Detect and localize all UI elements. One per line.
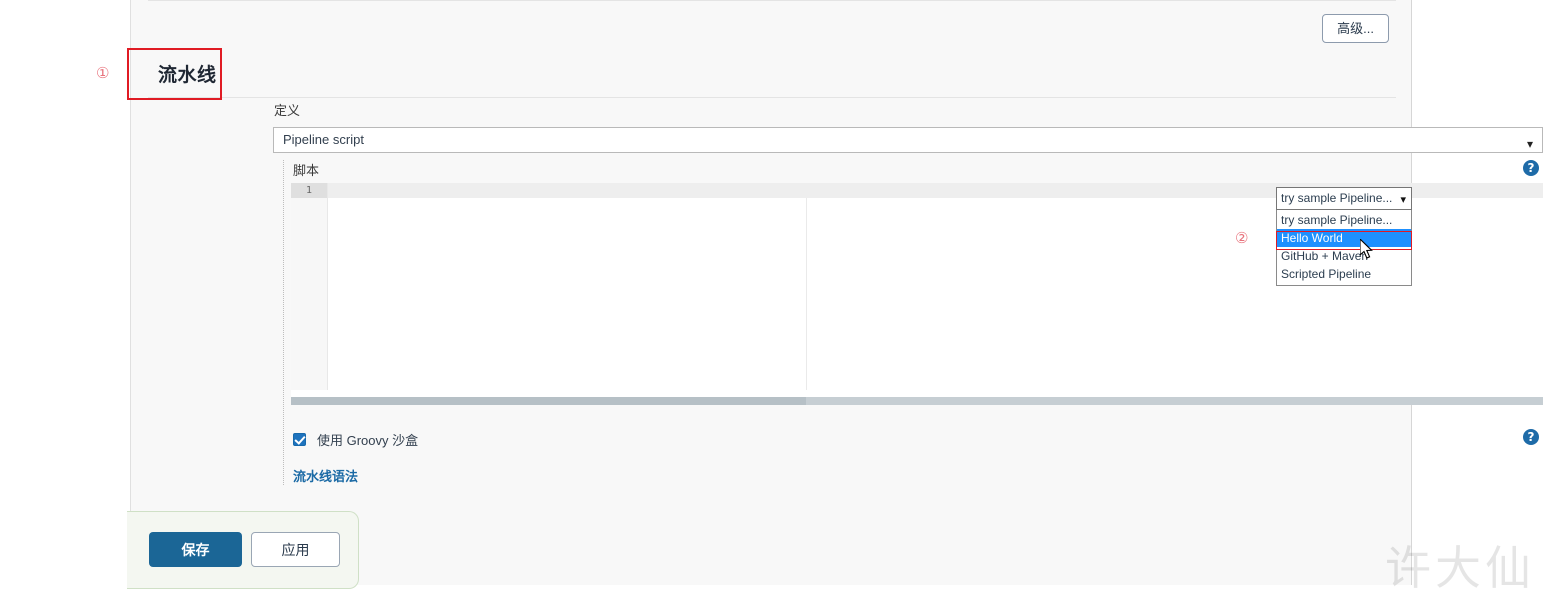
definition-label: 定义 [274, 103, 301, 118]
chevron-down-icon: ▾ [1400, 194, 1406, 206]
annotation-marker-two: ② [1235, 229, 1249, 247]
groovy-sandbox-checkbox[interactable] [293, 433, 306, 446]
sample-dropdown-options[interactable]: try sample Pipeline... Hello World GitHu… [1276, 210, 1412, 286]
form-action-bar: 保存 应用 [127, 511, 359, 589]
scrollbar-track [806, 397, 1543, 405]
dropdown-option[interactable]: Hello World [1277, 229, 1411, 247]
advanced-button[interactable]: 高级... [1322, 14, 1389, 43]
definition-select-value: Pipeline script [283, 132, 364, 147]
help-icon-script[interactable]: ? [1523, 160, 1539, 176]
save-button[interactable]: 保存 [149, 532, 242, 567]
sample-dropdown-toggle[interactable]: try sample Pipeline... ▾ [1276, 187, 1412, 210]
pipeline-syntax-link[interactable]: 流水线语法 [293, 466, 358, 485]
groovy-sandbox-row[interactable]: 使用 Groovy 沙盒 [293, 430, 418, 449]
apply-button[interactable]: 应用 [251, 532, 340, 567]
editor-gutter: 1 [291, 183, 328, 390]
definition-select[interactable]: Pipeline script ▾ [273, 127, 1543, 153]
line-number: 1 [291, 183, 327, 198]
script-label: 脚本 [293, 163, 320, 178]
editor-horizontal-scrollbar[interactable] [291, 397, 1543, 405]
sample-dropdown-value: try sample Pipeline... [1281, 191, 1393, 205]
top-divider [148, 0, 1396, 1]
pipeline-section-header: 流水线 [148, 52, 1396, 98]
screen-root: 高级... 流水线 定义 Pipeline script ▾ 脚本 ? 1 使用… [0, 0, 1547, 602]
dropdown-option[interactable]: Scripted Pipeline [1277, 265, 1411, 283]
help-icon-sandbox[interactable]: ? [1523, 429, 1539, 445]
chevron-down-icon: ▾ [1526, 137, 1533, 151]
annotation-marker-one: ① [96, 64, 110, 82]
dropdown-option[interactable]: GitHub + Maven [1277, 247, 1411, 265]
sample-pipeline-dropdown[interactable]: try sample Pipeline... ▾ try sample Pipe… [1276, 187, 1412, 286]
page-title: 流水线 [158, 65, 217, 86]
editor-column-ruler [806, 198, 807, 390]
section-divider [148, 97, 1396, 98]
groovy-sandbox-label: 使用 Groovy 沙盒 [317, 433, 419, 448]
nested-section-guide [283, 160, 284, 485]
dropdown-option[interactable]: try sample Pipeline... [1277, 211, 1411, 229]
scrollbar-thumb[interactable] [291, 397, 806, 405]
pipeline-config-panel: 高级... 流水线 定义 Pipeline script ▾ 脚本 ? 1 使用… [130, 0, 1543, 585]
